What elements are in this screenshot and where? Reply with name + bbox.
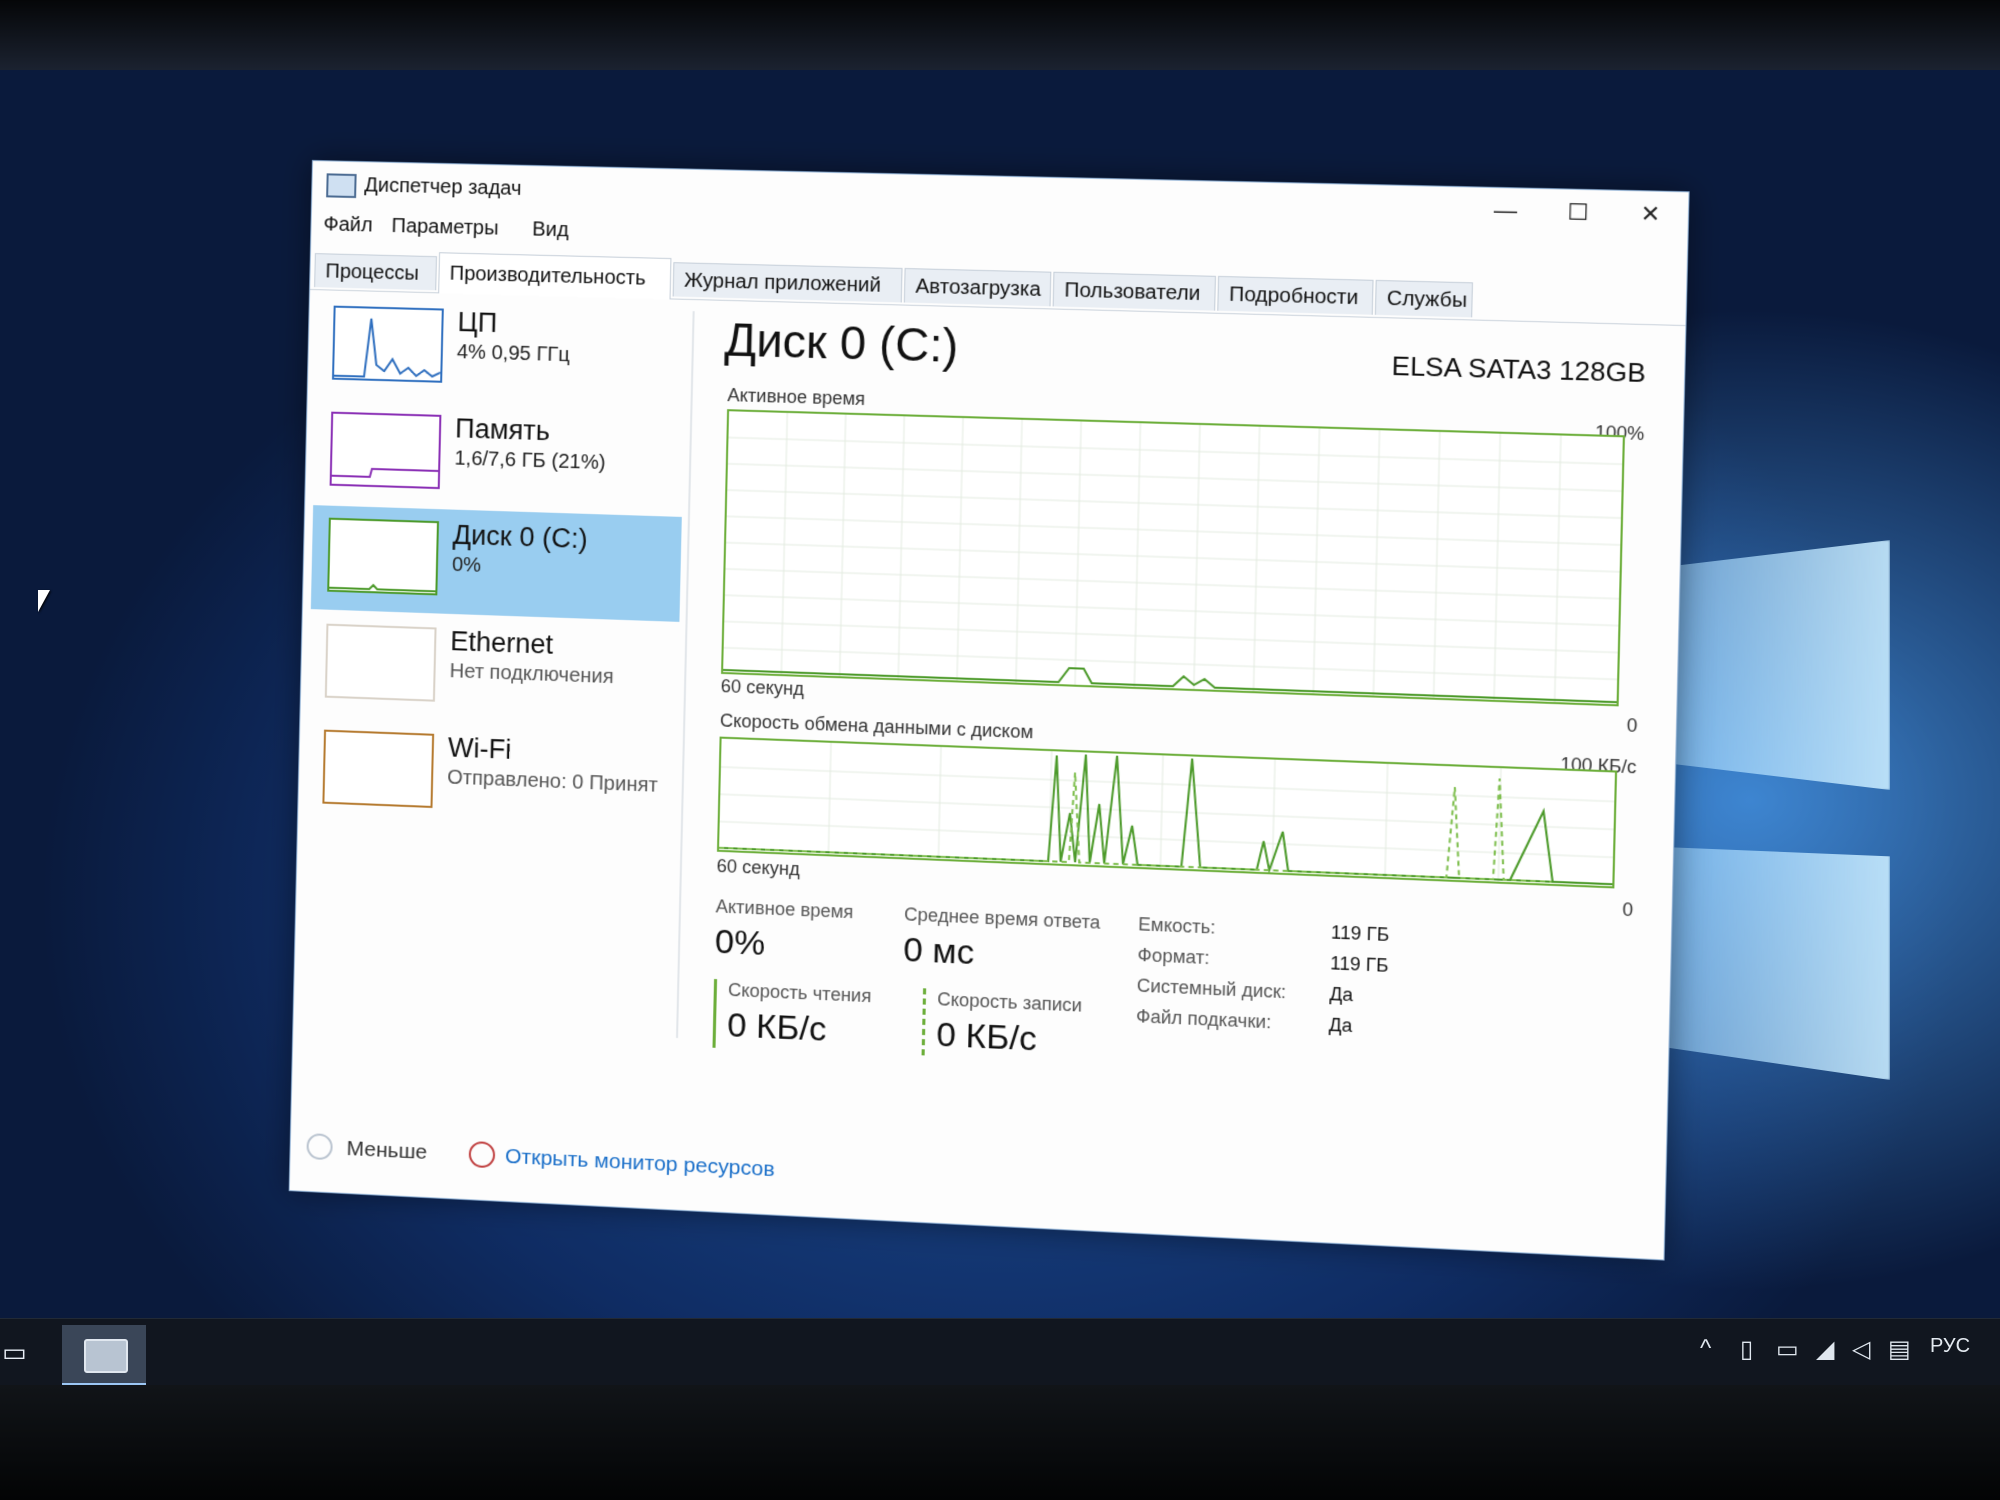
sidebar-item-label: ЦП xyxy=(457,306,498,339)
avg-response-stat-label: Среднее время ответа xyxy=(903,904,1101,933)
task-manager-icon xyxy=(326,173,357,199)
page-title: Диск 0 (C:) xyxy=(724,313,959,373)
capacity-value: 119 ГБ xyxy=(1330,922,1390,946)
cpu-thumbnail-graph xyxy=(332,305,444,383)
format-key: Формат: xyxy=(1137,944,1210,969)
battery-icon[interactable]: ▭ xyxy=(1776,1335,1799,1364)
sidebar-item-disk[interactable]: Диск 0 (C:) 0% xyxy=(310,505,682,622)
tab-app-history[interactable]: Журнал приложений xyxy=(672,262,903,303)
taskbar: ▭ ^ ▯ ▭ ◢ ◁ ▤ РУС xyxy=(0,1318,2000,1387)
sidebar-item-ethernet[interactable]: Ethernet Нет подключения xyxy=(308,611,679,729)
memory-sparkline xyxy=(332,414,440,487)
volume-icon[interactable]: ◁ xyxy=(1852,1335,1870,1364)
task-view-icon[interactable]: ▭ xyxy=(2,1339,32,1365)
task-manager-window: Диспетчер задач — ☐ ✕ Файл Параметры Вид… xyxy=(288,160,1690,1261)
mouse-cursor-icon xyxy=(38,590,50,612)
avg-response-stat-value: 0 мс xyxy=(902,930,975,973)
sidebar-item-sub: 0% xyxy=(451,553,482,577)
fewer-details-button[interactable]: Меньше xyxy=(346,1137,427,1165)
format-value: 119 ГБ xyxy=(1330,952,1389,976)
active-time-stat-label: Активное время xyxy=(715,896,854,923)
open-resource-monitor-link[interactable]: Открыть монитор ресурсов xyxy=(505,1145,775,1182)
sidebar-item-wifi[interactable]: Wi-Fi Отправлено: 0 Принят xyxy=(306,717,677,836)
task-manager-icon xyxy=(84,1339,128,1373)
sidebar-item-sub: 1,6/7,6 ГБ (21%) xyxy=(454,447,606,475)
sidebar-item-cpu[interactable]: ЦП 4% 0,95 ГГц xyxy=(316,293,687,408)
monitor-bezel-bottom xyxy=(0,1385,2000,1500)
resource-monitor-icon[interactable] xyxy=(468,1140,496,1169)
cpu-sparkline xyxy=(334,308,442,381)
minimize-button[interactable]: — xyxy=(1470,189,1541,232)
page-file-value: Да xyxy=(1328,1014,1353,1037)
tab-startup[interactable]: Автозагрузка xyxy=(903,267,1052,307)
sidebar-item-sub: 4% 0,95 ГГц xyxy=(456,341,571,367)
chevron-up-icon[interactable] xyxy=(306,1133,333,1161)
sidebar-item-memory[interactable]: Память 1,6/7,6 ГБ (21%) xyxy=(313,399,684,515)
transfer-rate-chart xyxy=(719,739,1615,887)
notification-icon[interactable]: ▤ xyxy=(1888,1335,1911,1364)
tab-processes[interactable]: Процессы xyxy=(314,253,437,291)
active-time-chart xyxy=(723,411,1623,704)
transfer-rate-graph xyxy=(717,736,1617,889)
network-icon[interactable]: ◢ xyxy=(1816,1335,1834,1364)
graph1-zero-label: 0 xyxy=(1626,714,1638,737)
capacity-key: Емкость: xyxy=(1137,913,1216,938)
performance-sidebar: ЦП 4% 0,95 ГГц Память 1,6/7,6 ГБ (21%) Д… xyxy=(301,293,693,1070)
chevron-up-icon[interactable]: ^ xyxy=(1700,1335,1711,1363)
menu-view[interactable]: Вид xyxy=(532,218,569,242)
page-file-key: Файл подкачки: xyxy=(1135,1005,1272,1033)
sidebar-item-label: Ethernet xyxy=(449,625,554,660)
memory-thumbnail-graph xyxy=(330,411,442,490)
taskbar-task-manager[interactable] xyxy=(62,1325,146,1386)
tab-users[interactable]: Пользователи xyxy=(1052,271,1216,311)
ethernet-thumbnail-graph xyxy=(324,623,437,702)
graph2-time-label: 60 секунд xyxy=(716,855,801,880)
tab-services[interactable]: Службы xyxy=(1374,279,1474,318)
tab-performance[interactable]: Производительность xyxy=(438,252,672,300)
disk-sparkline xyxy=(329,520,437,594)
sidebar-item-sub: Нет подключения xyxy=(449,660,615,689)
language-indicator[interactable]: РУС xyxy=(1930,1335,1970,1358)
system-disk-key: Системный диск: xyxy=(1136,975,1287,1003)
sidebar-item-sub: Отправлено: 0 Принят xyxy=(446,766,659,797)
device-name: ELSA SATA3 128GB xyxy=(1391,350,1647,389)
tablet-icon[interactable]: ▯ xyxy=(1740,1335,1753,1364)
menu-file[interactable]: Файл xyxy=(323,213,373,237)
disk-thumbnail-graph xyxy=(327,517,439,596)
graph1-label: Активное время xyxy=(727,384,866,410)
monitor-bezel-top xyxy=(0,0,2000,70)
system-disk-value: Да xyxy=(1329,983,1354,1006)
menu-options[interactable]: Параметры xyxy=(391,215,499,241)
close-button[interactable]: ✕ xyxy=(1615,193,1687,236)
write-speed-value: 0 КБ/с xyxy=(936,1015,1038,1059)
active-time-graph xyxy=(721,409,1625,707)
window-title: Диспетчер задач xyxy=(364,174,522,200)
graph2-zero-label: 0 xyxy=(1622,899,1634,921)
sidebar-item-label: Память xyxy=(454,413,551,447)
maximize-button[interactable]: ☐ xyxy=(1542,191,1613,234)
wifi-thumbnail-graph xyxy=(322,729,435,808)
write-speed-label: Скорость записи xyxy=(937,988,1083,1016)
read-speed-value: 0 КБ/с xyxy=(726,1005,827,1049)
write-legend-line xyxy=(921,988,927,1058)
sidebar-item-label: Диск 0 (C:) xyxy=(452,519,588,555)
tab-details[interactable]: Подробности xyxy=(1217,275,1374,315)
graph1-time-label: 60 секунд xyxy=(720,675,805,700)
read-speed-label: Скорость чтения xyxy=(727,979,872,1007)
read-legend-line xyxy=(712,979,718,1048)
active-time-stat-value: 0% xyxy=(714,922,766,964)
windows-logo-pane xyxy=(1640,846,1890,1080)
sidebar-item-label: Wi-Fi xyxy=(447,732,512,765)
